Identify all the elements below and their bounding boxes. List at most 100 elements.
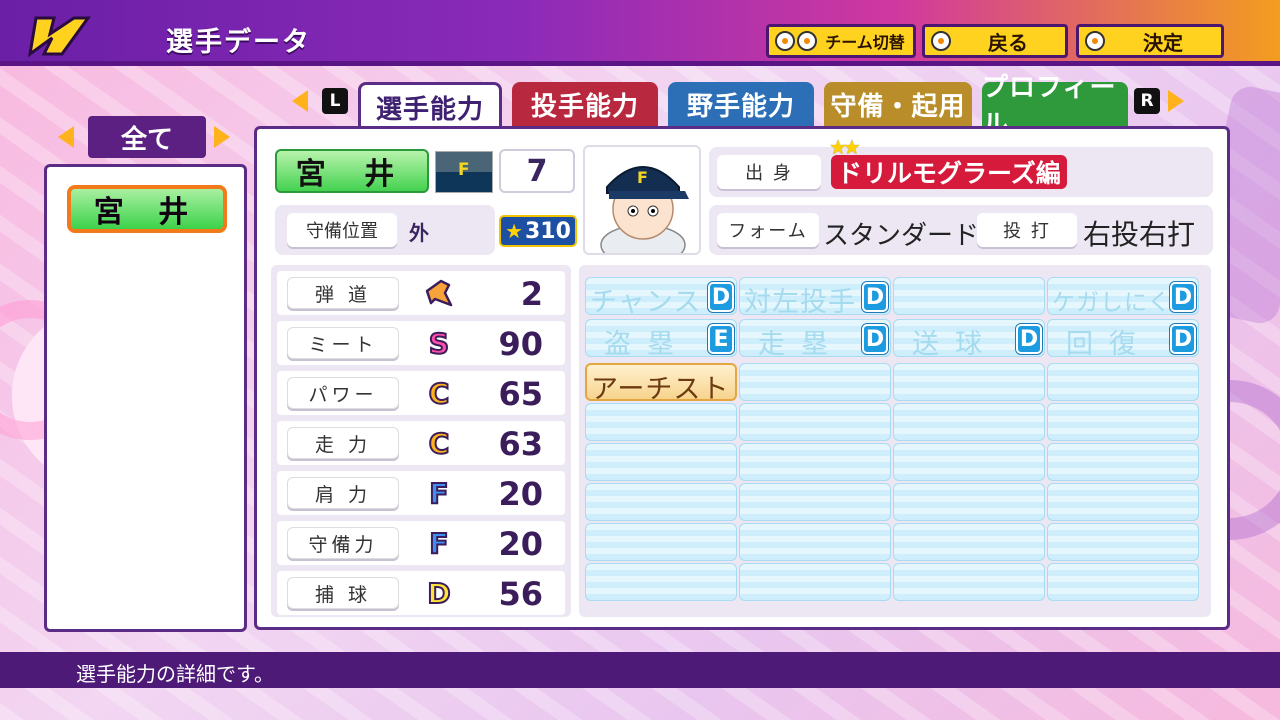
tab-left-arrow-icon[interactable] bbox=[292, 90, 308, 112]
filter-right-arrow-icon[interactable] bbox=[214, 126, 230, 148]
ability-cell[interactable]: 送球 D bbox=[893, 319, 1045, 360]
ability-cell[interactable] bbox=[893, 277, 1045, 315]
tab-right-arrow-icon[interactable] bbox=[1168, 90, 1184, 112]
tab-profile[interactable]: プロフィール bbox=[982, 73, 1128, 140]
filter-left-arrow-icon[interactable] bbox=[58, 126, 74, 148]
player-portrait-icon: F bbox=[600, 166, 689, 253]
ability-cell[interactable]: チャンス D bbox=[585, 277, 737, 318]
back-button[interactable]: 戻る bbox=[922, 24, 1068, 58]
trajectory-arrow-icon bbox=[425, 279, 453, 307]
ability-cell[interactable] bbox=[739, 563, 891, 601]
player-list-panel: 宮 井 bbox=[44, 164, 247, 632]
back-label: 戻る bbox=[988, 30, 1028, 55]
ability-grade: D bbox=[1170, 324, 1196, 354]
stat-grade: S bbox=[428, 326, 450, 361]
tab-fielder-ability[interactable]: 野手能力 bbox=[668, 82, 814, 126]
ability-grade: D bbox=[1016, 324, 1042, 354]
stat-label: ミート bbox=[287, 327, 399, 359]
ability-cell[interactable] bbox=[1047, 363, 1199, 401]
stat-value: 63 bbox=[498, 425, 543, 463]
stat-value: 2 bbox=[520, 275, 543, 313]
team-logo-letter: F bbox=[458, 160, 470, 180]
ability-cell[interactable]: 走塁 D bbox=[739, 319, 891, 360]
header-bar: 選手データ チーム切替 戻る 決定 bbox=[0, 0, 1280, 66]
ability-cell[interactable] bbox=[1047, 403, 1199, 441]
tab-pitcher-ability[interactable]: 投手能力 bbox=[512, 82, 658, 126]
ability-cell[interactable] bbox=[585, 523, 737, 561]
overall-rating-badge: ★ 310 bbox=[499, 215, 577, 247]
stat-label: 守備力 bbox=[287, 527, 399, 559]
controller-button-icon bbox=[1085, 31, 1105, 51]
stat-row-arm: 肩 力 F 20 bbox=[277, 471, 565, 515]
ability-name: チャンス bbox=[590, 287, 702, 318]
ability-grade: D bbox=[862, 282, 888, 312]
page-title: 選手データ bbox=[166, 27, 311, 58]
team-switch-button[interactable]: チーム切替 bbox=[766, 24, 916, 58]
ability-name: 盗塁 bbox=[604, 329, 690, 360]
stat-row-fielding: 守備力 F 20 bbox=[277, 521, 565, 565]
r-button-icon[interactable]: R bbox=[1134, 88, 1160, 114]
ability-grade: D bbox=[708, 282, 734, 312]
hand-label: 投 打 bbox=[977, 213, 1077, 247]
ability-cell[interactable]: 盗塁 E bbox=[585, 319, 737, 360]
confirm-button[interactable]: 決定 bbox=[1076, 24, 1224, 58]
ability-cell[interactable] bbox=[739, 363, 891, 401]
form-value: スタンダード1 bbox=[823, 221, 996, 251]
origin-stars-icon: ★★ bbox=[829, 135, 861, 159]
ability-cell[interactable] bbox=[739, 403, 891, 441]
ability-cell[interactable] bbox=[893, 483, 1045, 521]
stat-value: 20 bbox=[498, 475, 543, 513]
player-list-item[interactable]: 宮 井 bbox=[67, 185, 227, 233]
ability-name: 対左投手 bbox=[744, 287, 856, 318]
stat-label: 肩 力 bbox=[287, 477, 399, 509]
ability-grade: D bbox=[1170, 282, 1196, 312]
ability-cell[interactable] bbox=[1047, 523, 1199, 561]
player-avatar: F bbox=[583, 145, 701, 255]
ability-cell[interactable] bbox=[585, 443, 737, 481]
ability-cell[interactable] bbox=[893, 403, 1045, 441]
ability-cell[interactable] bbox=[893, 443, 1045, 481]
filter-selector[interactable]: 全て bbox=[56, 116, 236, 158]
ability-cell[interactable] bbox=[1047, 483, 1199, 521]
ability-cell[interactable] bbox=[739, 523, 891, 561]
ability-cell[interactable]: ケガしにくさ D bbox=[1047, 277, 1199, 316]
overall-rating-value: 310 bbox=[525, 218, 571, 244]
ability-cell[interactable] bbox=[893, 563, 1045, 601]
stat-grade: D bbox=[426, 576, 451, 611]
ability-cell[interactable] bbox=[739, 483, 891, 521]
ability-cell[interactable] bbox=[1047, 563, 1199, 601]
team-logo: F bbox=[435, 151, 493, 193]
ability-cell[interactable] bbox=[739, 443, 891, 481]
stat-value: 20 bbox=[498, 525, 543, 563]
ability-cell[interactable] bbox=[1047, 443, 1199, 481]
stat-value: 90 bbox=[498, 325, 543, 363]
ability-grade: E bbox=[708, 324, 734, 354]
ability-cell[interactable]: 回復 D bbox=[1047, 319, 1199, 360]
stats-panel: 弾 道 2 ミート S 90 パワー C 65 走 力 C 63 肩 力 F 2… bbox=[271, 265, 571, 617]
confirm-label: 決定 bbox=[1143, 30, 1183, 55]
star-icon: ★ bbox=[505, 219, 523, 243]
stat-grade: F bbox=[428, 476, 449, 511]
tab-player-ability[interactable]: 選手能力 bbox=[358, 82, 502, 130]
ability-cell[interactable] bbox=[585, 563, 737, 601]
stat-label: 弾 道 bbox=[287, 277, 399, 309]
stat-row-trajectory: 弾 道 2 bbox=[277, 271, 565, 315]
l-button-icon[interactable]: L bbox=[322, 88, 348, 114]
controller-button-icon bbox=[797, 31, 817, 51]
special-abilities-grid: チャンス D 対左投手 D ケガしにくさ D 盗塁 E 走塁 D 送球 D 回復… bbox=[579, 265, 1211, 617]
ability-cell[interactable] bbox=[585, 483, 737, 521]
origin-value: ドリルモグラーズ編 bbox=[831, 155, 1067, 189]
ability-cell[interactable] bbox=[893, 523, 1045, 561]
player-name: 宮 井 bbox=[275, 149, 429, 193]
ability-cell[interactable] bbox=[893, 363, 1045, 401]
svg-text:F: F bbox=[637, 168, 648, 187]
stat-label: 走 力 bbox=[287, 427, 399, 459]
ability-cell[interactable]: 対左投手 D bbox=[739, 277, 891, 318]
stat-grade: F bbox=[428, 526, 449, 561]
form-label: フォーム bbox=[717, 213, 819, 247]
ability-cell[interactable] bbox=[585, 403, 737, 441]
ability-name: 回復 bbox=[1066, 329, 1152, 360]
tab-defense-usage[interactable]: 守備・起用 bbox=[824, 82, 972, 126]
ability-cell-special[interactable]: アーチスト bbox=[585, 363, 737, 405]
hand-value: 右投右打 bbox=[1083, 218, 1196, 251]
